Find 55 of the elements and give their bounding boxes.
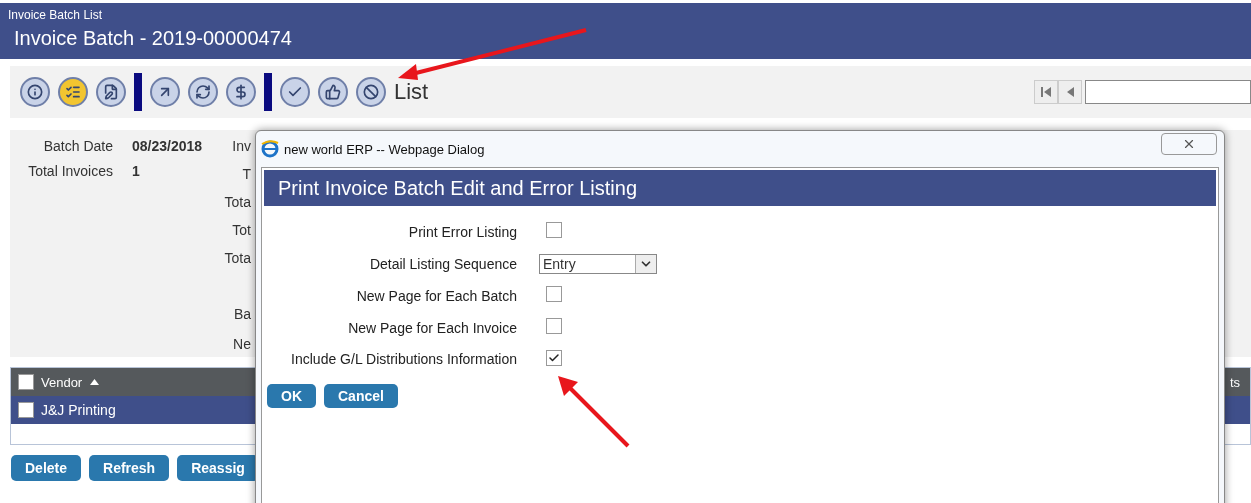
edit-icon[interactable]: [96, 77, 126, 107]
option-checkbox[interactable]: [546, 350, 562, 366]
column-header[interactable]: Vendor: [41, 374, 83, 390]
field-label: Tot: [232, 222, 251, 240]
sequence-select[interactable]: Entry: [539, 254, 657, 274]
field-label: Total Invoices: [27, 163, 113, 179]
thumbs-up-icon[interactable]: [318, 77, 348, 107]
field-label: Inv: [232, 138, 251, 156]
option-checkbox[interactable]: [546, 286, 562, 302]
dollar-icon[interactable]: [226, 77, 256, 107]
pointer-arrow: [558, 376, 630, 448]
option-label: Include G/L Distributions Information: [290, 351, 517, 367]
close-icon: [1182, 137, 1196, 151]
dialog-button[interactable]: Cancel: [324, 384, 398, 408]
toolbar-label: List: [394, 79, 429, 105]
field-label: Batch Date: [42, 138, 113, 154]
option-label: Print Error Listing: [407, 224, 517, 240]
field-value: 08/23/2018: [132, 138, 204, 154]
first-page-icon: [1041, 87, 1051, 97]
page-field[interactable]: [1085, 80, 1251, 104]
close-button[interactable]: [1161, 133, 1217, 155]
list-icon[interactable]: [58, 77, 88, 107]
action-button[interactable]: Refresh: [89, 455, 170, 481]
refresh-icon[interactable]: [188, 77, 218, 107]
previous-page-button[interactable]: [1058, 80, 1082, 104]
check-icon: [548, 352, 560, 364]
page-title: Invoice Batch - 2019-00000474: [14, 27, 292, 50]
dialog-heading: Print Invoice Batch Edit and Error Listing: [264, 170, 1216, 206]
field-label: Tota: [224, 194, 251, 212]
field-label: Ba: [233, 306, 251, 324]
field-label: Tota: [224, 250, 251, 268]
previous-page-icon: [1066, 87, 1074, 97]
browser-icon: [261, 140, 279, 158]
breadcrumb[interactable]: Invoice Batch List: [8, 8, 103, 22]
field-value: 1: [132, 163, 141, 179]
dialog-button[interactable]: OK: [267, 384, 316, 408]
option-checkbox[interactable]: [546, 222, 562, 238]
option-label: New Page for Each Batch: [355, 288, 517, 304]
select-all-checkbox[interactable]: [18, 374, 34, 390]
info-icon[interactable]: [20, 77, 50, 107]
action-button[interactable]: Delete: [11, 455, 82, 481]
option-label: Detail Listing Sequence: [368, 256, 517, 272]
toolbar-separator: [264, 73, 272, 111]
option-checkbox[interactable]: [546, 318, 562, 334]
column-header[interactable]: ts: [1229, 374, 1240, 390]
cancel-icon[interactable]: [356, 77, 386, 107]
toolbar-separator: [134, 73, 142, 111]
first-page-button[interactable]: [1034, 80, 1058, 104]
table-cell: J&J Printing: [41, 402, 116, 418]
option-label: New Page for Each Invoice: [347, 320, 517, 336]
row-checkbox[interactable]: [18, 402, 34, 418]
field-label: Ne: [233, 336, 251, 354]
field-label: T: [242, 166, 251, 184]
check-icon[interactable]: [280, 77, 310, 107]
dialog-title: new world ERP -- Webpage Dialog: [284, 141, 485, 157]
